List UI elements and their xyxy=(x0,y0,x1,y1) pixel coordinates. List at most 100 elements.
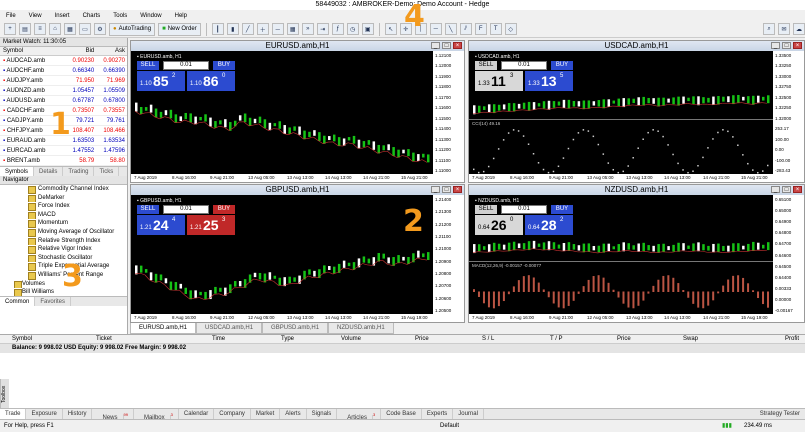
close-icon[interactable]: × xyxy=(453,186,462,193)
tab-details[interactable]: Details xyxy=(34,167,64,176)
close-icon[interactable]: × xyxy=(793,186,802,193)
autotrading-button[interactable]: ● AutoTrading xyxy=(109,22,156,36)
tile-windows-icon[interactable]: ▦ xyxy=(286,23,299,35)
buy-price[interactable]: 1.33 13 5 xyxy=(525,71,573,91)
sell-price[interactable]: 1.10 85 2 xyxy=(137,71,185,91)
tab-articles[interactable]: Articles3 xyxy=(337,409,382,421)
tab-ticks[interactable]: Ticks xyxy=(94,167,120,176)
chart-canvas[interactable]: ▪ EURUSD.amb, H1 SELL 0.01 BUY 1.10 85 2 1.10 86… xyxy=(131,51,464,182)
buy-price[interactable]: 1.10 86 0 xyxy=(187,71,235,91)
minimize-icon[interactable]: _ xyxy=(431,186,440,193)
tab-signals[interactable]: Signals xyxy=(307,409,338,419)
chart-tab-eurusd[interactable]: EURUSD.amb,H1 xyxy=(130,323,197,334)
menu-tools[interactable]: Tools xyxy=(113,13,127,19)
shapes-icon[interactable]: ◇ xyxy=(504,23,517,35)
tab-mailbox[interactable]: Mailbox3 xyxy=(134,409,179,421)
tab-company[interactable]: Company xyxy=(214,409,251,419)
chart-window[interactable]: EURUSD.amb,H1 _ □ × ▪ EURUSD.amb, H1 SELL 0.01… xyxy=(130,40,465,183)
term-col-profit[interactable]: Profit xyxy=(785,335,799,344)
cursor-icon[interactable]: ↖ xyxy=(384,23,397,35)
buy-button[interactable]: BUY xyxy=(551,61,573,70)
market-watch-row[interactable]: ▪ AUDUSD.amb 0.67787 0.67800 xyxy=(0,96,127,106)
menu-file[interactable]: File xyxy=(6,13,16,19)
term-col-type[interactable]: Type xyxy=(281,335,294,344)
lot-size-input[interactable]: 0.01 xyxy=(163,61,209,70)
term-col-symbol[interactable]: Symbol xyxy=(12,335,32,344)
navigator-indicator-item[interactable]: Commodity Channel Index xyxy=(0,185,127,194)
horizontal-line-icon[interactable]: ─ xyxy=(429,23,442,35)
term-col-ticket[interactable]: Ticket xyxy=(96,335,112,344)
chart-titlebar[interactable]: NZDUSD.amb,H1 _ □ × xyxy=(469,185,804,195)
navigator-indicator-item[interactable]: Moving Average of Oscillator xyxy=(0,228,127,237)
tab-alerts[interactable]: Alerts xyxy=(280,409,307,419)
buy-button[interactable]: BUY xyxy=(213,61,235,70)
tab-history[interactable]: History xyxy=(63,409,93,419)
chart-window[interactable]: USDCAD.amb,H1 _ □ × ▪ USDCAD.amb, H1 SELL 0.01… xyxy=(468,40,805,183)
menu-window[interactable]: Window xyxy=(140,13,161,19)
chart-window[interactable]: NZDUSD.amb,H1 _ □ × ▪ NZDUSD.amb, H1 SELL 0.01… xyxy=(468,184,805,323)
column-bid[interactable]: Bid xyxy=(65,47,96,55)
chart-shift-icon[interactable]: ⇥ xyxy=(316,23,329,35)
sell-button[interactable]: SELL xyxy=(137,61,159,70)
balance-row[interactable]: Balance: 9 998.02 USD Equity: 9 998.02 F… xyxy=(0,344,805,353)
minimize-icon[interactable]: _ xyxy=(771,42,780,49)
market-watch-row[interactable]: ▪ AUDCAD.amb 0.90230 0.90270 xyxy=(0,56,127,66)
maximize-icon[interactable]: □ xyxy=(442,186,451,193)
chart-tab-gbpusd[interactable]: GBPUSD.amb,H1 xyxy=(262,323,329,334)
navigator-indicator-item[interactable]: DeMarker xyxy=(0,194,127,203)
navigator-indicator-item[interactable]: MACD xyxy=(0,211,127,220)
periods-icon[interactable]: ◷ xyxy=(346,23,359,35)
buy-button[interactable]: BUY xyxy=(213,205,235,214)
fibonacci-icon[interactable]: F xyxy=(474,23,487,35)
indicators-icon[interactable]: ƒ xyxy=(331,23,344,35)
trendline-icon[interactable]: ╲ xyxy=(444,23,457,35)
term-col-price[interactable]: Price xyxy=(415,335,429,344)
term-col-volume[interactable]: Volume xyxy=(341,335,361,344)
tab-trading[interactable]: Trading xyxy=(63,167,95,176)
term-col-tp[interactable]: T / P xyxy=(550,335,563,344)
zoom-out-icon[interactable]: － xyxy=(271,23,284,35)
zoom-in-icon[interactable]: ＋ xyxy=(256,23,269,35)
navigator-icon[interactable]: ⌂ xyxy=(49,23,61,35)
maximize-icon[interactable]: □ xyxy=(782,186,791,193)
term-col-sl[interactable]: S / L xyxy=(482,335,494,344)
data-window-icon[interactable]: ▦ xyxy=(64,23,76,35)
status-profile[interactable]: Default xyxy=(440,420,459,432)
chat-icon[interactable]: ✉ xyxy=(778,23,790,35)
buy-price[interactable]: 1.21 25 3 xyxy=(187,215,235,235)
strategy-tester-button[interactable]: Strategy Tester xyxy=(755,409,805,419)
sell-button[interactable]: SELL xyxy=(137,205,159,214)
line-chart-icon[interactable]: ╱ xyxy=(241,23,254,35)
candlestick-icon[interactable]: ▮ xyxy=(226,23,239,35)
templates-icon[interactable]: ▣ xyxy=(361,23,374,35)
sell-button[interactable]: SELL xyxy=(475,61,497,70)
channel-icon[interactable]: ⫽ xyxy=(459,23,472,35)
new-chart-icon[interactable]: + xyxy=(4,23,16,35)
sell-price[interactable]: 0.64 26 0 xyxy=(475,215,523,235)
tab-exposure[interactable]: Exposure xyxy=(26,409,63,419)
navigator-indicator-item[interactable]: Momentum xyxy=(0,219,127,228)
market-watch-row[interactable]: ▪ EURCAD.amb 1.47552 1.47596 xyxy=(0,146,127,156)
tester-icon[interactable]: ⚙ xyxy=(94,23,106,35)
navigator-indicator-item[interactable]: Relative Strength Index xyxy=(0,237,127,246)
profiles-icon[interactable]: ▤ xyxy=(19,23,31,35)
chart-titlebar[interactable]: USDCAD.amb,H1 _ □ × xyxy=(469,41,804,51)
menu-insert[interactable]: Insert xyxy=(55,13,70,19)
market-watch-row[interactable]: ▪ AUDNZD.amb 1.05457 1.05509 xyxy=(0,86,127,96)
term-col-time[interactable]: Time xyxy=(212,335,225,344)
lot-size-input[interactable]: 0.01 xyxy=(501,61,547,70)
buy-price[interactable]: 0.64 28 2 xyxy=(525,215,573,235)
market-watch-row[interactable]: ▪ AUDCHF.amb 0.66340 0.66390 xyxy=(0,66,127,76)
tab-news[interactable]: News99 xyxy=(92,409,134,421)
close-icon[interactable]: × xyxy=(453,42,462,49)
close-icon[interactable]: × xyxy=(793,42,802,49)
new-order-button[interactable]: ■ New Order xyxy=(158,22,201,36)
chart-titlebar[interactable]: EURUSD.amb,H1 _ □ × xyxy=(131,41,464,51)
navigator-indicator-item[interactable]: Force Index xyxy=(0,202,127,211)
sell-price[interactable]: 1.33 11 3 xyxy=(475,71,523,91)
term-col-swap[interactable]: Swap xyxy=(683,335,698,344)
chart-tab-nzdusd[interactable]: NZDUSD.amb,H1 xyxy=(328,323,394,334)
column-ask[interactable]: Ask xyxy=(96,47,127,55)
market-watch-row[interactable]: ▪ BRENT.amb 58.79 58.80 xyxy=(0,156,127,166)
market-watch-icon[interactable]: ≡ xyxy=(34,23,46,35)
